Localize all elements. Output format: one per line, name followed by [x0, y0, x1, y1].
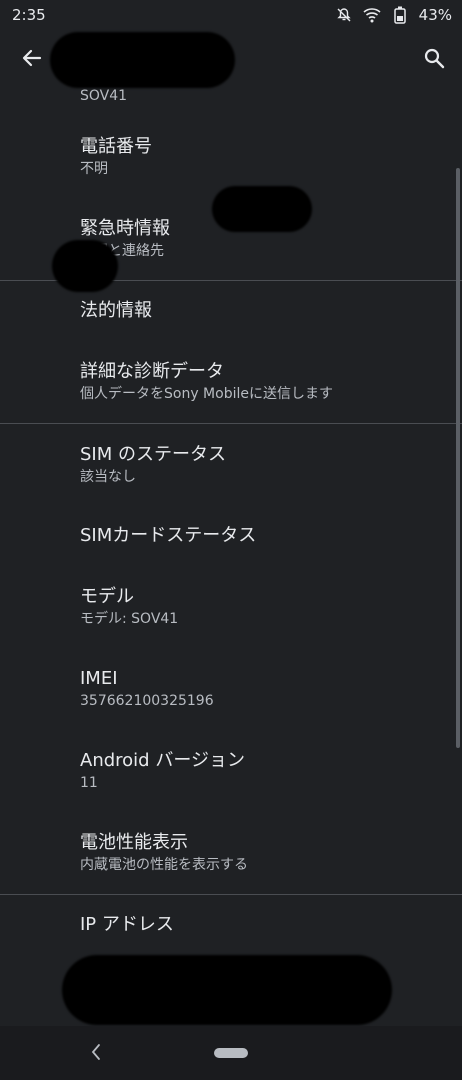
- list-item-model[interactable]: モデル モデル: SOV41: [0, 566, 462, 648]
- redaction-phone-number: [212, 186, 312, 232]
- diagnostic-data-summary: 個人データをSony Mobileに送信します: [80, 386, 333, 402]
- list-item-ip-address[interactable]: IP アドレス: [0, 895, 462, 955]
- list-item-android-version[interactable]: Android バージョン 11: [0, 730, 462, 812]
- emergency-info-summary: 情報と連絡先: [80, 243, 164, 259]
- android-version-summary: 11: [80, 775, 98, 791]
- list-item-sim-card-status[interactable]: SIMカードステータス: [0, 506, 462, 566]
- sim-card-status-title: SIMカードステータス: [80, 525, 257, 546]
- model-summary: モデル: SOV41: [80, 611, 179, 627]
- redaction-emergency-info: [52, 240, 118, 292]
- phone-number-title: 電話番号: [80, 136, 152, 157]
- redaction-ip-address: [62, 955, 392, 1025]
- android-version-title: Android バージョン: [80, 750, 245, 771]
- wifi-icon: [363, 6, 381, 24]
- battery-performance-summary: 内蔵電池の性能を表示する: [80, 857, 248, 873]
- diagnostic-data-title: 詳細な診断データ: [80, 361, 224, 382]
- scrollbar[interactable]: [456, 168, 460, 748]
- arrow-left-icon: [22, 49, 42, 67]
- notification-muted-icon: [335, 6, 353, 24]
- nav-back-button[interactable]: [86, 1040, 106, 1064]
- home-pill-button[interactable]: [214, 1048, 248, 1058]
- legal-info-title: 法的情報: [80, 300, 152, 321]
- status-icons: 43%: [335, 6, 452, 24]
- navigation-bar: [0, 1026, 462, 1080]
- chevron-left-icon: [91, 1044, 100, 1060]
- search-button[interactable]: [420, 44, 448, 72]
- battery-percentage: 43%: [418, 6, 452, 24]
- sim-status-summary: 該当なし: [80, 469, 136, 485]
- redaction-title: [50, 32, 235, 88]
- list-item-imei[interactable]: IMEI 357662100325196: [0, 648, 462, 730]
- sim-status-title: SIM のステータス: [80, 444, 226, 465]
- imei-summary: 357662100325196: [80, 693, 214, 709]
- list-item-sim-status[interactable]: SIM のステータス 該当なし: [0, 424, 462, 506]
- phone-number-summary: 不明: [80, 161, 108, 177]
- model-title: モデル: [80, 586, 134, 607]
- list-item-diagnostic-data[interactable]: 詳細な診断データ 個人データをSony Mobileに送信します: [0, 341, 462, 423]
- device-model-summary: SOV41: [80, 88, 128, 104]
- status-time: 2:35: [12, 6, 46, 24]
- ip-address-title: IP アドレス: [80, 914, 174, 935]
- back-button[interactable]: [18, 44, 46, 72]
- imei-title: IMEI: [80, 668, 118, 689]
- search-icon: [424, 48, 445, 69]
- status-bar: 2:35 43%: [0, 0, 462, 30]
- list-item-device-name[interactable]: SOV41: [0, 86, 462, 116]
- list-item-battery-performance[interactable]: 電池性能表示 内蔵電池の性能を表示する: [0, 812, 462, 894]
- battery-icon: [391, 6, 409, 24]
- battery-performance-title: 電池性能表示: [80, 832, 188, 853]
